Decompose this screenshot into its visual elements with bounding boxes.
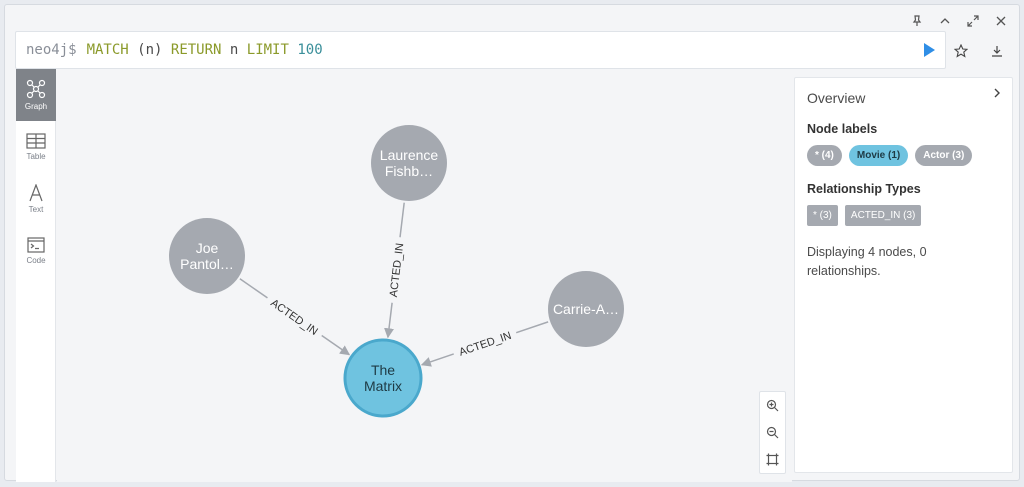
relationship-edge[interactable] bbox=[420, 353, 454, 367]
table-icon bbox=[26, 133, 46, 149]
query-token: n bbox=[221, 42, 247, 58]
node-caption: The bbox=[371, 362, 395, 378]
node-caption: Matrix bbox=[364, 378, 402, 394]
relationship-type-tags: * (3) ACTED_IN (3) bbox=[807, 205, 1000, 226]
relationship-edge[interactable] bbox=[321, 334, 351, 356]
node-caption: Joe bbox=[196, 240, 219, 256]
close-icon[interactable] bbox=[993, 13, 1009, 29]
download-icon bbox=[992, 46, 1002, 57]
zoom-controls bbox=[759, 391, 786, 474]
overview-summary: Displaying 4 nodes, 0 relationships. bbox=[807, 245, 927, 278]
query-token: RETURN bbox=[170, 42, 222, 58]
tag-acted-in[interactable]: ACTED_IN (3) bbox=[844, 205, 922, 226]
query-editor[interactable]: neo4j$ MATCH (n) RETURN n LIMIT 100 bbox=[15, 31, 946, 69]
download-button[interactable] bbox=[988, 42, 1006, 60]
pill-movie[interactable]: Movie (1) bbox=[848, 145, 909, 166]
relationship-edge[interactable] bbox=[384, 302, 394, 339]
pill-actor[interactable]: Actor (3) bbox=[915, 145, 973, 166]
node-caption: Carrie-A… bbox=[553, 301, 619, 317]
query-token: (n) bbox=[128, 42, 171, 58]
zoom-out-icon bbox=[766, 426, 779, 439]
text-icon bbox=[29, 184, 43, 202]
graph-node-joe[interactable]: JoePantol… bbox=[169, 218, 245, 294]
nav-graph-label: Graph bbox=[24, 102, 48, 111]
query-token: 100 bbox=[297, 42, 323, 58]
pin-icon[interactable] bbox=[909, 13, 925, 29]
window-controls bbox=[909, 12, 1009, 30]
graph-svg: ACTED_IN ACTED_IN ACTED_IN LaurenceFishb… Jo… bbox=[169, 125, 624, 418]
nav-code[interactable]: Code bbox=[16, 225, 56, 277]
favorite-button[interactable] bbox=[952, 42, 970, 60]
relationship-types-heading: Relationship Types bbox=[807, 182, 921, 196]
star-icon bbox=[954, 44, 968, 58]
pill-all-nodes[interactable]: * (4) bbox=[807, 145, 842, 166]
zoom-out-button[interactable] bbox=[765, 425, 781, 441]
nav-text-label: Text bbox=[28, 205, 44, 214]
result-frame: neo4j$ MATCH (n) RETURN n LIMIT 100 Grap… bbox=[4, 4, 1020, 482]
node-caption: Laurence bbox=[380, 147, 439, 163]
overview-panel: Overview Node labels * (4) Movie (1) Act… bbox=[794, 77, 1013, 473]
tag-all-relationships[interactable]: * (3) bbox=[807, 205, 838, 226]
nav-graph[interactable]: Graph bbox=[16, 69, 56, 121]
relationship-label: ACTED_IN bbox=[268, 297, 320, 338]
overview-title: Overview bbox=[807, 90, 866, 106]
chevron-right-icon bbox=[994, 88, 1000, 98]
node-label-pills: * (4) Movie (1) Actor (3) bbox=[807, 145, 1000, 166]
expand-icon[interactable] bbox=[965, 13, 981, 29]
query-token: LIMIT bbox=[246, 42, 289, 58]
graph-node-carrie[interactable]: Carrie-A… bbox=[548, 271, 624, 347]
fit-icon bbox=[766, 453, 779, 466]
fit-button[interactable] bbox=[765, 452, 781, 468]
view-switcher: Graph Table Text Code bbox=[16, 69, 56, 482]
graph-node-laurence[interactable]: LaurenceFishb… bbox=[371, 125, 447, 201]
relationship-label: ACTED_IN bbox=[458, 330, 513, 359]
relationship-edge[interactable] bbox=[399, 202, 405, 238]
run-button[interactable] bbox=[921, 42, 937, 58]
relationship-label: ACTED_IN bbox=[388, 242, 406, 298]
nav-table-label: Table bbox=[26, 152, 46, 161]
node-caption: Fishb… bbox=[385, 163, 433, 179]
relationship-edge[interactable] bbox=[239, 278, 268, 299]
zoom-in-icon bbox=[766, 399, 779, 412]
graph-icon bbox=[26, 79, 46, 99]
node-caption: Pantol… bbox=[180, 256, 234, 272]
zoom-in-button[interactable] bbox=[765, 398, 781, 414]
nav-table[interactable]: Table bbox=[16, 121, 56, 173]
graph-node-matrix[interactable]: TheMatrix bbox=[343, 338, 423, 418]
collapse-overview-button[interactable] bbox=[992, 86, 1002, 104]
graph-canvas[interactable]: ACTED_IN ACTED_IN ACTED_IN Laurence Fishb… Jo… bbox=[57, 69, 792, 482]
collapse-icon[interactable] bbox=[937, 13, 953, 29]
relationship-edge[interactable] bbox=[515, 321, 549, 334]
query-text[interactable]: MATCH (n) RETURN n LIMIT 100 bbox=[87, 42, 323, 58]
node-labels-heading: Node labels bbox=[807, 122, 878, 136]
nav-code-label: Code bbox=[26, 256, 46, 265]
query-token: MATCH bbox=[86, 42, 129, 58]
editor-prompt: neo4j$ bbox=[26, 42, 77, 58]
nav-text[interactable]: Text bbox=[16, 173, 56, 225]
play-icon bbox=[924, 43, 935, 57]
code-icon bbox=[27, 237, 45, 253]
